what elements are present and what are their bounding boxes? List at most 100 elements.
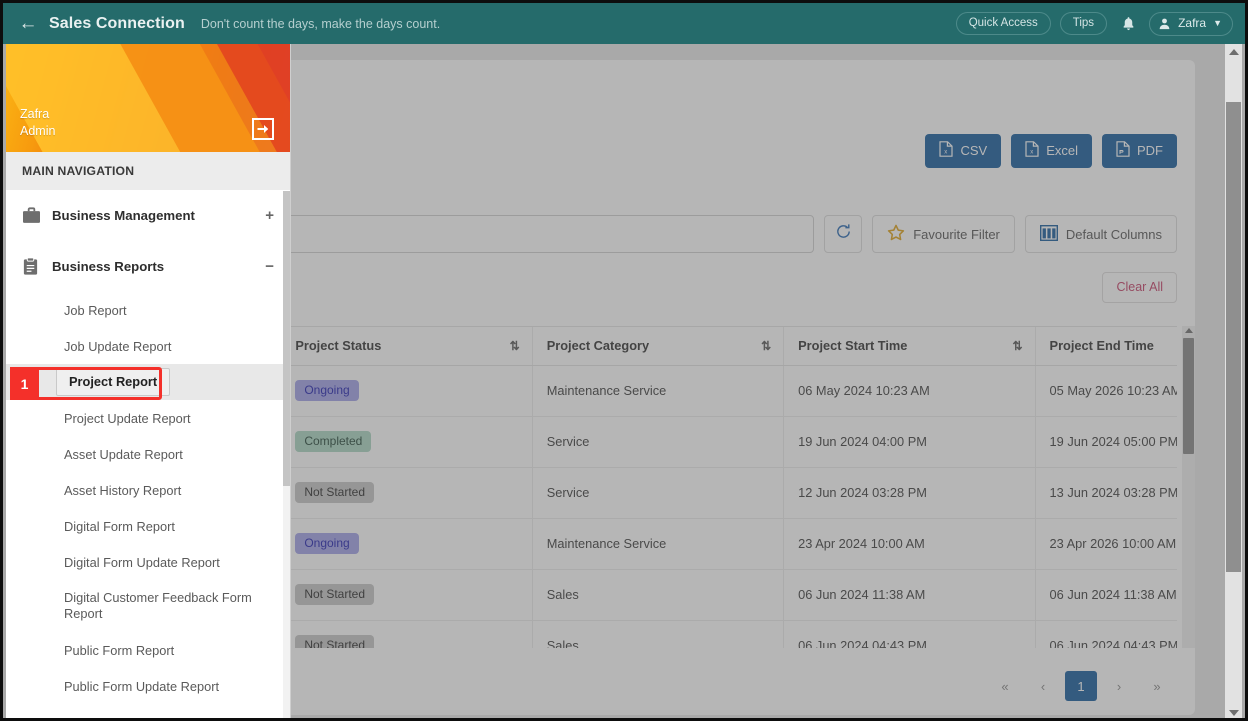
expand-plus-icon[interactable]: + (265, 207, 274, 224)
sort-icon[interactable]: ⇅ (510, 339, 520, 353)
column-header-project-start-time[interactable]: Project Start Time ⇅ (783, 327, 1036, 366)
cell-project-category: Maintenance Service (532, 518, 785, 570)
sidebar-group-label: Business Reports (52, 259, 165, 274)
top-header-bar: ← Sales Connection Don't count the days,… (3, 3, 1245, 44)
sidebar-item-label: Job Update Report (64, 338, 172, 354)
user-menu-button[interactable]: Zafra ▼ (1149, 11, 1233, 36)
sidebar-item-digital-customer-feedback-form-report[interactable]: Digital Customer Feedback Form Report (6, 580, 290, 632)
application-window: ← Sales Connection Don't count the days,… (0, 0, 1248, 721)
favourite-filter-button[interactable]: Favourite Filter (872, 215, 1015, 253)
sidebar-item-job-update-report[interactable]: Job Update Report (6, 328, 290, 364)
sidebar-item-project-report[interactable]: Project Report (6, 364, 290, 400)
export-pdf-label: PDF (1137, 143, 1163, 158)
sort-icon[interactable]: ⇅ (761, 339, 771, 353)
excel-file-icon: x (1025, 141, 1039, 160)
refresh-button[interactable] (824, 215, 863, 253)
column-header-project-status[interactable]: Project Status ⇅ (280, 327, 533, 366)
star-icon (887, 224, 905, 245)
sidebar-scrollbar[interactable] (283, 191, 290, 718)
cell-project-status: Ongoing (280, 365, 533, 417)
sidebar-section-title: MAIN NAVIGATION (6, 152, 290, 190)
collapse-minus-icon[interactable]: − (265, 258, 274, 275)
annotation-step-number: 1 (10, 367, 39, 400)
sidebar-item-asset-history-report[interactable]: Asset History Report (6, 472, 290, 508)
sidebar-item-label: Public Form Report (64, 642, 175, 658)
user-name-label: Zafra (1178, 16, 1207, 30)
clear-all-button[interactable]: Clear All (1102, 271, 1177, 303)
table-vertical-scrollbar[interactable] (1182, 326, 1195, 648)
sidebar-item-project-update-report[interactable]: Project Update Report (6, 400, 290, 436)
cell-project-category: Sales (532, 569, 785, 621)
pagination-last-button[interactable]: » (1141, 671, 1173, 701)
pagination-page-1[interactable]: 1 (1065, 671, 1097, 701)
export-excel-button[interactable]: x Excel (1011, 134, 1092, 168)
scroll-up-arrow-icon[interactable] (1185, 328, 1193, 333)
column-header-project-category[interactable]: Project Category ⇅ (532, 327, 785, 366)
column-label: Project End Time (1049, 338, 1154, 354)
sidebar-item-job-report[interactable]: Job Report (6, 292, 290, 328)
sidebar-user-info: Zafra Admin (20, 106, 55, 140)
cell-project-start-time: 23 Apr 2024 10:00 AM (783, 518, 1036, 570)
svg-text:x: x (945, 150, 948, 156)
cell-project-end-time: 06 Jun 2024 04:43 PM (1035, 620, 1177, 648)
cell-project-category: Sales (532, 620, 785, 648)
sidebar-item-label: Asset History Report (64, 482, 182, 498)
tips-button[interactable]: Tips (1059, 12, 1108, 35)
page-scrollbar-thumb[interactable] (1226, 102, 1241, 572)
sidebar-item-public-form-update-report[interactable]: Public Form Update Report (6, 668, 290, 704)
cell-project-start-time: 12 Jun 2024 03:28 PM (783, 467, 1036, 519)
pagination-prev-button[interactable]: ‹ (1027, 671, 1059, 701)
briefcase-icon (22, 207, 52, 224)
columns-icon (1039, 224, 1058, 244)
bell-icon[interactable] (1116, 12, 1140, 36)
column-label: Project Category (546, 338, 650, 354)
favourite-filter-label: Favourite Filter (913, 226, 1000, 242)
sidebar-user-banner: Zafra Admin (6, 44, 290, 152)
pagination-first-button[interactable]: « (989, 671, 1021, 701)
refresh-icon (835, 223, 852, 245)
cell-project-status: Not Started (280, 620, 533, 648)
cell-project-category: Service (532, 467, 785, 519)
export-csv-button[interactable]: x CSV (925, 134, 1002, 168)
export-excel-label: Excel (1046, 143, 1078, 158)
pagination-next-button[interactable]: › (1103, 671, 1135, 701)
page-vertical-scrollbar[interactable] (1225, 44, 1242, 718)
cell-project-status: Not Started (280, 467, 533, 519)
cell-project-status: Not Started (280, 569, 533, 621)
sidebar-scrollbar-thumb[interactable] (283, 191, 290, 486)
cell-project-status: Completed (280, 416, 533, 468)
sidebar-item-label: Digital Form Update Report (64, 554, 220, 570)
back-arrow-icon[interactable]: ← (15, 11, 41, 37)
export-button-group: x CSV x Excel PDF (925, 134, 1177, 168)
svg-text:x: x (1031, 150, 1034, 156)
sidebar-group-business-reports[interactable]: Business Reports − (6, 241, 290, 292)
sidebar-item-digital-form-report[interactable]: Digital Form Report (6, 508, 290, 544)
page-scroll-down-arrow-icon[interactable] (1229, 710, 1239, 716)
cell-project-end-time: 05 May 2026 10:23 AM (1035, 365, 1177, 417)
app-title: Sales Connection (49, 14, 185, 32)
sidebar-item-public-form-report[interactable]: Public Form Report (6, 632, 290, 668)
clipboard-icon (22, 257, 52, 276)
scrollbar-thumb[interactable] (1183, 338, 1194, 454)
column-label: Project Start Time (798, 338, 908, 354)
sidebar-item-digital-form-update-report[interactable]: Digital Form Update Report (6, 544, 290, 580)
sidebar-item-label: Project Report (56, 368, 171, 396)
column-label: Project Status (295, 338, 382, 354)
sidebar-item-label: Asset Update Report (64, 446, 183, 462)
status-badge: Ongoing (295, 380, 359, 401)
sidebar-user-role: Admin (20, 124, 56, 138)
default-columns-button[interactable]: Default Columns (1024, 215, 1177, 253)
cell-project-category: Maintenance Service (532, 365, 785, 417)
cell-project-start-time: 06 Jun 2024 04:43 PM (783, 620, 1036, 648)
page-scroll-up-arrow-icon[interactable] (1229, 49, 1239, 55)
logout-icon[interactable] (252, 118, 274, 140)
export-pdf-button[interactable]: PDF (1102, 134, 1177, 168)
sidebar-group-business-management[interactable]: Business Management + (6, 190, 290, 241)
cell-project-end-time: 06 Jun 2024 11:38 AM (1035, 569, 1177, 621)
sidebar-item-label: Digital Form Report (64, 518, 175, 534)
sort-icon[interactable]: ⇅ (1012, 339, 1022, 353)
sidebar-item-label: Project Update Report (64, 410, 191, 426)
quick-access-button[interactable]: Quick Access (955, 12, 1051, 35)
column-header-project-end-time[interactable]: Project End Time ⇅ (1035, 327, 1177, 366)
sidebar-item-asset-update-report[interactable]: Asset Update Report (6, 436, 290, 472)
